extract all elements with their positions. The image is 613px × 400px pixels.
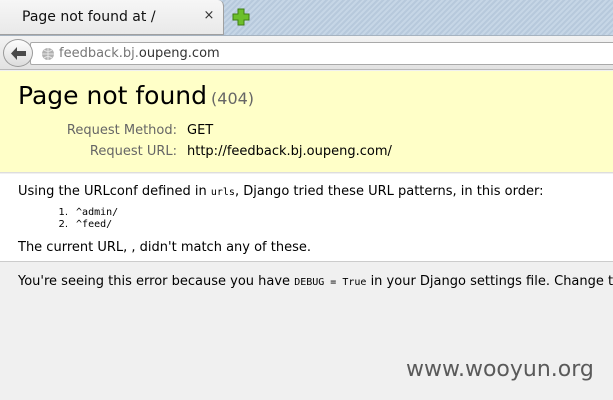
- debug-explanation: You're seeing this error because you hav…: [18, 274, 613, 289]
- explanation-prefix: You're seeing this error because you hav…: [18, 274, 295, 289]
- explanation-suffix: in your Django settings file. Change tha…: [366, 274, 613, 289]
- urlconf-prefix: Using the URLconf defined in: [18, 184, 211, 199]
- urlconf-info: Using the URLconf defined in urls, Djang…: [0, 174, 613, 262]
- url-pattern-item: 2. ^feed/: [52, 219, 118, 231]
- url-text[interactable]: feedback.bj.oupeng.com: [59, 46, 220, 61]
- browser-tab[interactable]: Page not found at / ×: [0, 0, 224, 35]
- pattern-number: 2.: [58, 219, 68, 230]
- globe-icon: [42, 47, 54, 60]
- request-method-label: Request Method:: [66, 123, 177, 138]
- request-method-value: GET: [187, 123, 214, 138]
- url-pattern-item: 1. ^admin/: [52, 207, 118, 219]
- error-title: Page not found: [18, 81, 208, 110]
- tab-title: Page not found at /: [22, 9, 156, 25]
- urlconf-suffix: , Django tried these URL patterns, in th…: [234, 184, 544, 199]
- no-match-message: The current URL, , didn't match any of t…: [18, 240, 311, 255]
- error-code: (404): [211, 89, 255, 108]
- back-arrow-icon: [11, 47, 26, 60]
- urlconf-name: urls: [210, 187, 235, 198]
- page-content: Page not found (404) Request Method: GET …: [0, 71, 613, 400]
- new-tab-plus-icon[interactable]: [230, 6, 252, 28]
- page-title: Page not found (404): [18, 81, 254, 110]
- back-button[interactable]: [3, 39, 33, 67]
- tab-strip: Page not found at / ×: [0, 0, 613, 36]
- debug-setting: DEBUG = True: [294, 277, 367, 288]
- urlconf-description: Using the URLconf defined in urls, Djang…: [18, 184, 543, 199]
- request-url-value: http://feedback.bj.oupeng.com/: [187, 144, 392, 159]
- request-url-label: Request URL:: [89, 144, 177, 159]
- url-subdomain: feedback.bj.: [59, 46, 139, 61]
- close-tab-icon[interactable]: ×: [202, 9, 216, 23]
- url-domain: oupeng.com: [138, 46, 220, 61]
- pattern-text: ^feed/: [76, 219, 113, 230]
- url-pattern-list: 1. ^admin/ 2. ^feed/: [52, 207, 118, 231]
- error-summary: Page not found (404) Request Method: GET …: [0, 71, 613, 173]
- watermark: www.wooyun.org: [406, 357, 594, 382]
- navigation-bar: feedback.bj.oupeng.com: [0, 36, 613, 70]
- pattern-number: 1.: [58, 207, 68, 218]
- address-bar[interactable]: feedback.bj.oupeng.com: [30, 42, 613, 65]
- pattern-text: ^admin/: [76, 207, 119, 218]
